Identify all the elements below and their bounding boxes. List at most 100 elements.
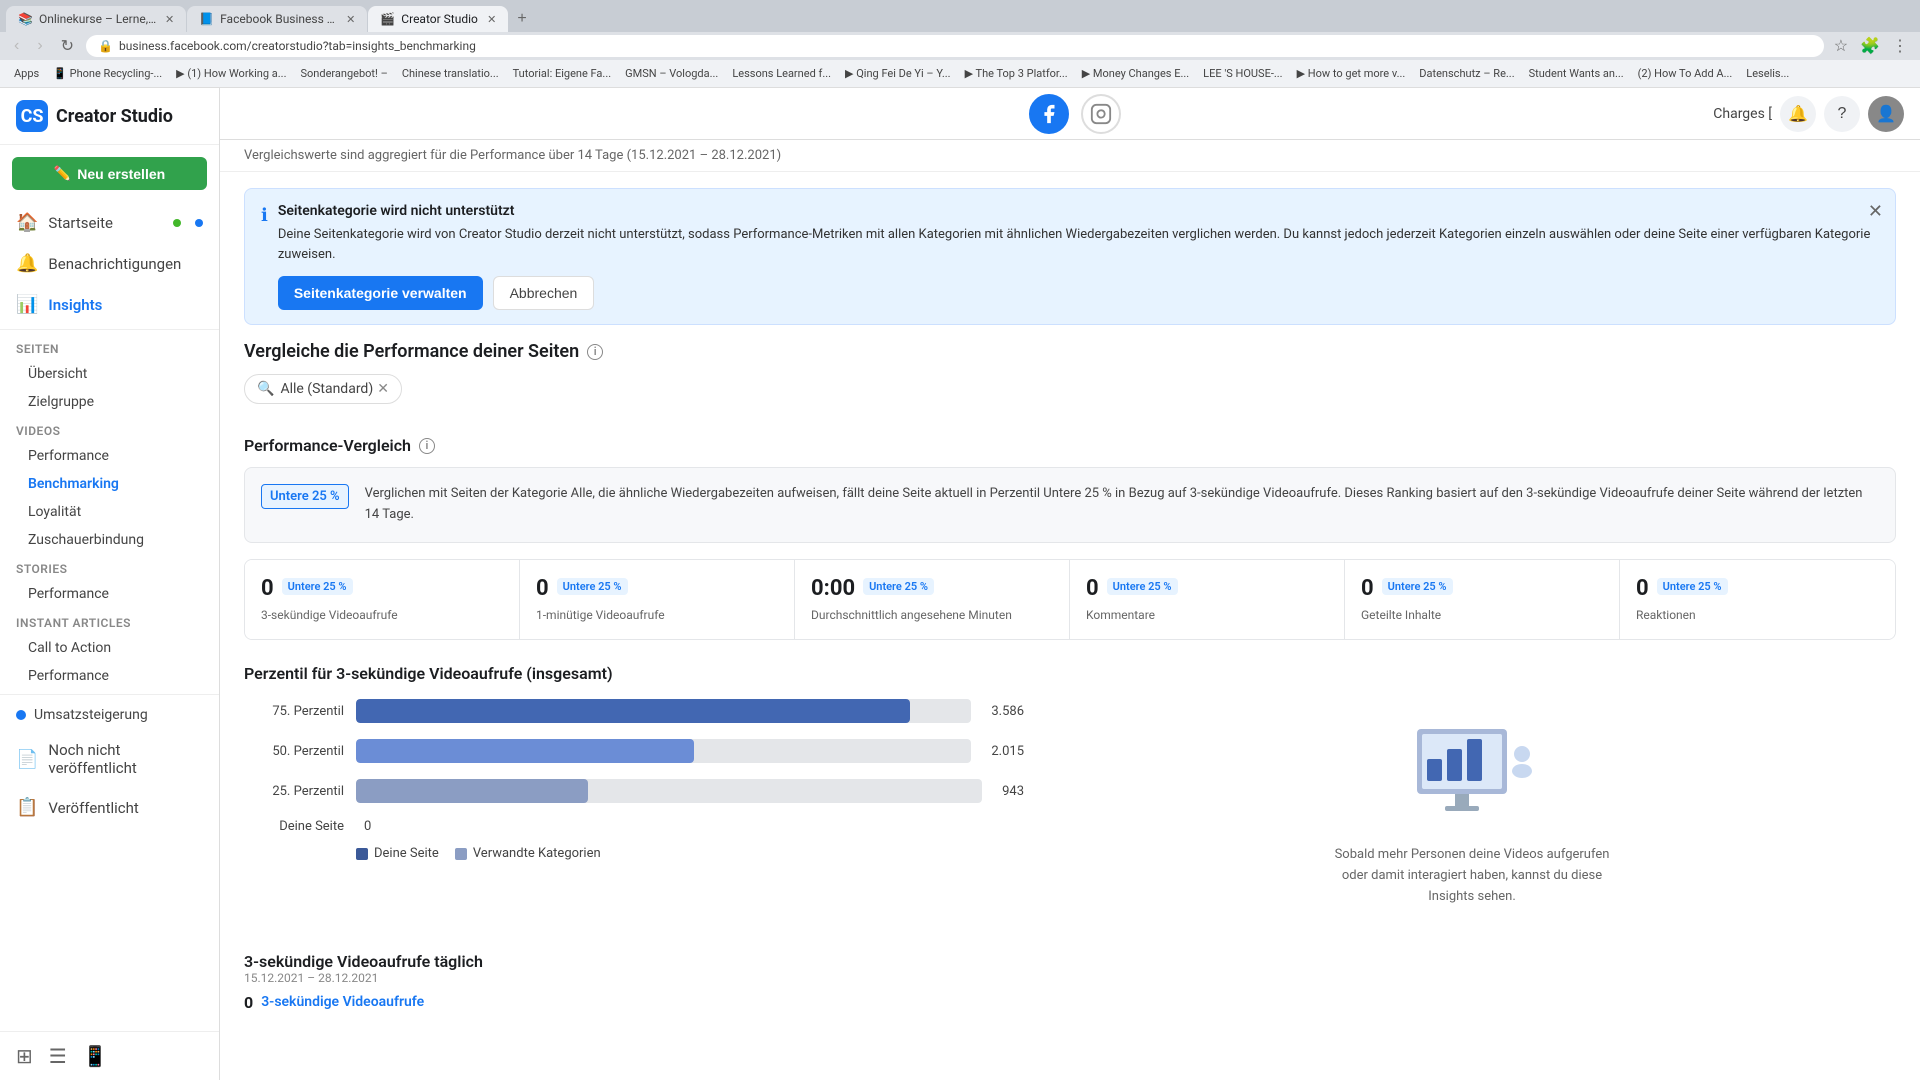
bookmark-1[interactable]: 📱 Phone Recycling-...	[47, 65, 168, 82]
new-tab-button[interactable]: +	[509, 6, 534, 32]
performance-vergleich-section: Performance-Vergleich i Untere 25 % Verg…	[244, 436, 1896, 640]
create-button[interactable]: ✏️ Neu erstellen	[12, 157, 207, 190]
menu-button[interactable]: ⋮	[1888, 34, 1912, 58]
browser-tab-3[interactable]: 🎬 Creator Studio ✕	[368, 6, 508, 32]
daily-link[interactable]: 3-sekündige Videoaufrufe	[261, 994, 424, 1010]
sidebar-item-noch-nicht[interactable]: 📄 Noch nicht veröffentlicht	[0, 731, 219, 787]
bookmark-6[interactable]: GMSN – Vologda...	[619, 65, 724, 82]
address-field[interactable]: 🔒 business.facebook.com/creatorstudio?ta…	[86, 35, 1824, 57]
bookmark-button[interactable]: ☆	[1830, 34, 1852, 58]
sidebar-item-call-to-action[interactable]: Call to Action	[0, 634, 219, 662]
percentile-title: Perzentil für 3-sekündige Videoaufrufe (…	[244, 664, 1896, 683]
tab2-close[interactable]: ✕	[346, 13, 355, 26]
metric-row-4: 0 Untere 25 %	[1361, 576, 1603, 603]
bookmark-12[interactable]: ▶ How to get more v...	[1291, 65, 1412, 82]
sidebar: CS Creator Studio ✏️ Neu erstellen 🏠 Sta…	[0, 88, 220, 1080]
rank-badge: Untere 25 %	[261, 484, 349, 509]
sidebar-item-benachrichtigungen[interactable]: 🔔 Benachrichtigungen	[0, 243, 219, 284]
sidebar-item-loyalitaet[interactable]: Loyalität	[0, 498, 219, 526]
metric-card-0: 0 Untere 25 % 3-sekündige Videoaufrufe	[245, 560, 520, 640]
bookmark-3[interactable]: Sonderangebot! –	[294, 65, 393, 82]
bookmark-8[interactable]: ▶ Qing Fei De Yi – Y...	[839, 65, 957, 82]
sidebar-item-startseite[interactable]: 🏠 Startseite	[0, 202, 219, 243]
charges-link[interactable]: Charges [	[1713, 106, 1772, 122]
manage-category-button[interactable]: Seitenkategorie verwalten	[278, 276, 483, 310]
metric-value-2: 0:00	[811, 576, 855, 601]
tab3-label: Creator Studio	[401, 12, 478, 26]
insights-icon: 📊	[16, 294, 38, 315]
daily-section: 3-sekündige Videoaufrufe täglich 15.12.2…	[244, 952, 1896, 1012]
metric-badge-0: Untere 25 %	[282, 578, 353, 595]
section-stories: Stories	[0, 554, 219, 580]
cancel-button[interactable]: Abbrechen	[493, 276, 595, 310]
zielgruppe-label: Zielgruppe	[28, 394, 94, 410]
help-button[interactable]: ?	[1824, 96, 1860, 132]
sidebar-item-performance-videos[interactable]: Performance	[0, 442, 219, 470]
section-seiten: Seiten	[0, 334, 219, 360]
compare-title-text: Vergleiche die Performance deiner Seiten	[244, 341, 579, 362]
sidebar-item-benchmarking[interactable]: Benchmarking	[0, 470, 219, 498]
perf-info-icon[interactable]: i	[419, 438, 435, 454]
section-videos: Videos	[0, 416, 219, 442]
bookmark-7[interactable]: Lessons Learned f...	[726, 65, 837, 82]
browser-tab-1[interactable]: 📚 Onlinekurse – Lerne, was un... ✕	[6, 6, 186, 32]
tab1-close[interactable]: ✕	[165, 13, 174, 26]
search-tag-close[interactable]: ✕	[377, 381, 389, 397]
search-bar[interactable]: 🔍 Alle (Standard) ✕	[244, 374, 402, 404]
perf-vergleich-title-text: Performance-Vergleich	[244, 436, 411, 455]
compare-info-icon[interactable]: i	[587, 344, 603, 360]
startseite-label: Startseite	[48, 214, 113, 232]
bookmark-2[interactable]: ▶ (1) How Working a...	[170, 65, 292, 82]
back-button[interactable]: ‹	[8, 35, 25, 57]
bookmark-13[interactable]: Datenschutz – Re...	[1413, 65, 1520, 82]
metric-label-3: Kommentare	[1086, 607, 1328, 624]
sidebar-item-zielgruppe[interactable]: Zielgruppe	[0, 388, 219, 416]
metric-label-4: Geteilte Inhalte	[1361, 607, 1603, 624]
bookmark-16[interactable]: Leselis...	[1740, 65, 1795, 82]
bar-fill-0	[356, 699, 910, 723]
bookmark-11[interactable]: LEE 'S HOUSE-...	[1197, 65, 1288, 82]
bookmark-14[interactable]: Student Wants an...	[1523, 65, 1630, 82]
facebook-platform-button[interactable]	[1029, 94, 1069, 134]
browser-tab-2[interactable]: 📘 Facebook Business Suite ✕	[187, 6, 367, 32]
extensions-button[interactable]: 🧩	[1856, 34, 1884, 58]
bookmark-15[interactable]: (2) How To Add A...	[1632, 65, 1739, 82]
bookmark-10[interactable]: ▶ Money Changes E...	[1076, 65, 1195, 82]
divider-1	[0, 329, 219, 330]
perf-rank-box: Untere 25 % Verglichen mit Seiten der Ka…	[244, 467, 1896, 543]
alert-close-button[interactable]: ✕	[1868, 201, 1883, 222]
sidebar-item-zuschauerbindung[interactable]: Zuschauerbindung	[0, 526, 219, 554]
sidebar-item-insights[interactable]: 📊 Insights	[0, 284, 219, 325]
compare-title: Vergleiche die Performance deiner Seiten…	[244, 341, 1896, 362]
tab2-label: Facebook Business Suite	[220, 12, 340, 26]
top-bar: Charges [ 🔔 ? 👤	[220, 88, 1920, 140]
bookmark-4[interactable]: Chinese translatio...	[396, 65, 505, 82]
tab3-close[interactable]: ✕	[487, 13, 496, 26]
bookmark-9[interactable]: ▶ The Top 3 Platfor...	[959, 65, 1074, 82]
percentile-section: Perzentil für 3-sekündige Videoaufrufe (…	[244, 664, 1896, 927]
grid-icon[interactable]: ⊞	[16, 1044, 33, 1068]
uebersicht-label: Übersicht	[28, 366, 87, 382]
sidebar-item-uebersicht[interactable]: Übersicht	[0, 360, 219, 388]
metric-value-5: 0	[1636, 576, 1649, 601]
bookmark-5[interactable]: Tutorial: Eigene Fa...	[507, 65, 618, 82]
compare-section: Vergleiche die Performance deiner Seiten…	[220, 341, 1920, 420]
umsatz-dot	[16, 710, 26, 720]
table-icon[interactable]: ☰	[49, 1044, 67, 1068]
refresh-button[interactable]: ↻	[55, 34, 80, 58]
sidebar-item-performance-articles[interactable]: Performance	[0, 662, 219, 690]
sidebar-footer-icons: ⊞ ☰ 📱	[0, 1031, 219, 1080]
metric-badge-4: Untere 25 %	[1382, 578, 1453, 595]
instagram-platform-button[interactable]	[1081, 94, 1121, 134]
notifications-button[interactable]: 🔔	[1780, 96, 1816, 132]
umsatzsteigerung-label: Umsatzsteigerung	[34, 707, 148, 723]
tab2-favicon: 📘	[199, 12, 214, 26]
forward-button[interactable]: ›	[31, 35, 48, 57]
bookmark-apps[interactable]: Apps	[8, 65, 45, 82]
sidebar-item-veroeffentlicht[interactable]: 📋 Veröffentlicht	[0, 787, 219, 828]
sidebar-item-umsatzsteigerung[interactable]: Umsatzsteigerung	[0, 699, 219, 731]
phone-icon[interactable]: 📱	[83, 1044, 108, 1068]
avatar[interactable]: 👤	[1868, 96, 1904, 132]
sidebar-item-performance-stories[interactable]: Performance	[0, 580, 219, 608]
rank-text: Verglichen mit Seiten der Kategorie Alle…	[365, 484, 1879, 526]
